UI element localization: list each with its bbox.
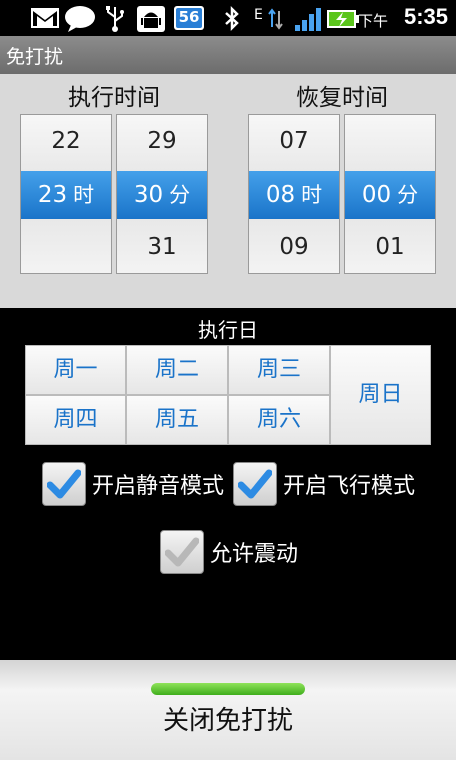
chat-bubble-icon	[63, 5, 97, 33]
battery-charging-icon	[326, 5, 360, 33]
silent-mode-checkbox[interactable]	[42, 462, 86, 506]
start-minute-prev[interactable]: 29	[117, 117, 207, 165]
app-title: 免打扰	[6, 46, 64, 68]
allow-vibrate-checkbox[interactable]	[160, 530, 204, 574]
checkmark-icon	[238, 469, 272, 499]
airplane-mode-checkbox[interactable]	[233, 462, 277, 506]
start-hour-picker[interactable]: 22 23 时	[20, 114, 112, 274]
start-minute-next[interactable]: 31	[117, 223, 207, 271]
signal-icon	[293, 5, 323, 33]
calendar-badge-icon: 56	[173, 5, 205, 31]
end-hour-next[interactable]: 09	[249, 223, 339, 271]
weekday-grid: 周一 周二 周三 周四 周五 周六 周日	[25, 345, 431, 445]
hour-unit: 时	[301, 183, 323, 207]
gmail-icon	[30, 5, 60, 31]
end-hour-selected[interactable]: 08 时	[249, 171, 339, 219]
start-hour-selected[interactable]: 23 时	[21, 171, 111, 219]
silent-mode-option[interactable]: 开启静音模式	[42, 462, 224, 506]
svg-text:E: E	[254, 7, 263, 23]
end-minute-value: 00	[361, 182, 392, 208]
checkmark-icon	[47, 469, 81, 499]
notification-count: 56	[178, 8, 200, 26]
end-minute-prev[interactable]	[345, 117, 435, 165]
end-minute-next[interactable]: 01	[345, 223, 435, 271]
status-ampm: 下午	[357, 12, 388, 30]
disable-dnd-label: 关闭免打扰	[162, 706, 293, 736]
edge-data-icon: E	[252, 5, 284, 33]
day-button-thu[interactable]: 周四	[25, 395, 126, 445]
status-bar: 56 E 下午 5:35	[0, 0, 456, 36]
day-button-wed[interactable]: 周三	[228, 345, 330, 395]
end-minute-selected[interactable]: 00 分	[345, 171, 435, 219]
end-hour-value: 08	[265, 182, 296, 208]
hour-unit: 时	[73, 183, 95, 207]
bottom-bar: 关闭免打扰	[0, 660, 456, 760]
airplane-mode-option[interactable]: 开启飞行模式	[233, 462, 415, 506]
disable-dnd-button[interactable]: 关闭免打扰	[0, 660, 456, 760]
checkmark-icon	[165, 537, 199, 567]
minute-unit: 分	[397, 183, 419, 207]
start-minute-picker[interactable]: 29 30 分 31	[116, 114, 208, 274]
start-minute-selected[interactable]: 30 分	[117, 171, 207, 219]
usb-icon	[104, 5, 126, 33]
airplane-mode-label: 开启飞行模式	[283, 474, 416, 499]
day-button-fri[interactable]: 周五	[126, 395, 228, 445]
weekdays-title: 执行日	[198, 318, 258, 342]
allow-vibrate-option[interactable]: 允许震动	[160, 530, 298, 574]
start-hour-next[interactable]	[21, 223, 111, 271]
title-bar: 免打扰	[0, 36, 456, 74]
end-hour-prev[interactable]: 07	[249, 117, 339, 165]
silent-mode-label: 开启静音模式	[92, 474, 225, 499]
start-minute-value: 30	[133, 182, 164, 208]
status-time: 5:35	[403, 4, 448, 29]
minute-unit: 分	[169, 183, 191, 207]
end-time-heading: 恢复时间	[296, 85, 388, 111]
end-hour-picker[interactable]: 07 08 时 09	[248, 114, 340, 274]
allow-vibrate-label: 允许震动	[210, 542, 299, 567]
start-hour-prev[interactable]: 22	[21, 117, 111, 165]
day-button-tue[interactable]: 周二	[126, 345, 228, 395]
end-minute-picker[interactable]: 00 分 01	[344, 114, 436, 274]
day-button-mon[interactable]: 周一	[25, 345, 126, 395]
day-button-sat[interactable]: 周六	[228, 395, 330, 445]
android-debug-icon	[136, 5, 166, 33]
status-indicator	[151, 683, 305, 695]
time-picker-area: 执行时间 恢复时间 22 23 时 29 30 分 31 07 08 时 09 00 分…	[0, 74, 456, 308]
start-hour-value: 23	[37, 182, 68, 208]
day-button-sun[interactable]: 周日	[330, 345, 431, 445]
start-time-heading: 执行时间	[68, 85, 160, 111]
bluetooth-icon	[222, 5, 242, 33]
